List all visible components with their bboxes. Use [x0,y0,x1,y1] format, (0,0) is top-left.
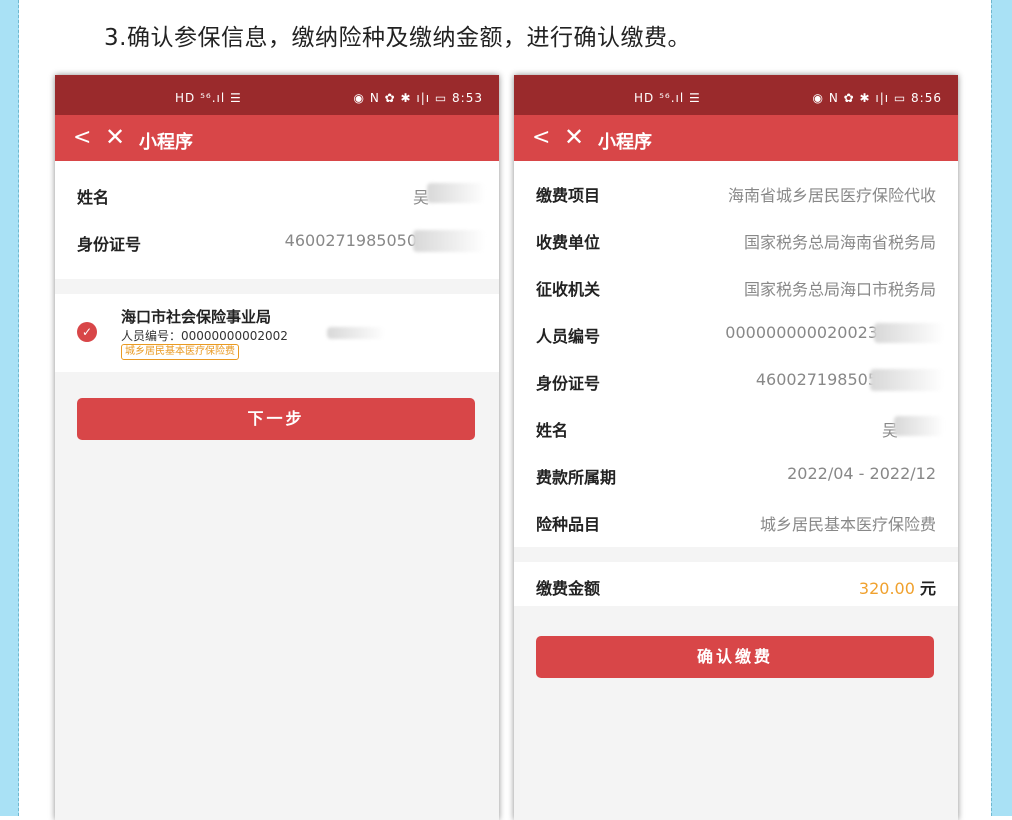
amount-label: 缴费金额 [536,579,601,598]
row-label: 征收机关 [536,280,601,299]
row-value: 国家税务总局海口市税务局 [743,280,936,299]
redaction-blur [327,327,385,339]
status-time: ◉ N ✿ ✱ ı|ı ▭ 8:56 [812,91,942,105]
row-value: 460027198505 [755,370,878,389]
row-label: 姓名 [536,421,569,440]
nav-title: 小程序 [139,132,193,153]
row-value: 4600271985050 [284,231,417,250]
mini-program-navbar: < ✕ 小程序 [514,115,958,161]
detail-row: 费款所属期 2022/04 - 2022/12 [514,451,958,498]
confirm-payment-button[interactable]: 确认缴费 [536,636,934,678]
insurance-type-badge: 城乡居民基本医疗保险费 [121,344,239,360]
entry-person-id: 人员编号：00000000002002 [121,329,288,343]
amount-card: 缴费金额 320.00 元 [514,562,958,606]
row-label: 人员编号 [536,327,601,346]
nav-title: 小程序 [598,132,652,153]
detail-row: 收费单位 国家税务总局海南省税务局 [514,216,958,263]
row-label: 缴费项目 [536,186,601,205]
back-icon[interactable]: < [532,125,550,150]
checkmark-icon[interactable]: ✓ [77,322,97,342]
row-label: 险种品目 [536,515,601,534]
signal-icons: HD ⁵⁶.ıl ☰ [175,91,242,105]
back-icon[interactable]: < [73,125,91,150]
redaction-blur [427,183,485,203]
redaction-blur [413,230,485,252]
detail-row: 缴费项目 海南省城乡居民医疗保险代收 [514,169,958,216]
right-border [991,0,1012,816]
row-label: 费款所属期 [536,468,617,487]
row-label: 姓名 [77,188,110,207]
row-value: 国家税务总局海南省税务局 [743,233,936,252]
payment-detail-card: 缴费项目 海南省城乡居民医疗保险代收 收费单位 国家税务总局海南省税务局 征收机… [514,161,958,547]
row-value: 城乡居民基本医疗保险费 [759,515,936,534]
row-value: 海南省城乡居民医疗保险代收 [727,186,936,205]
row-value: 000000000020023 [725,323,878,342]
detail-row: 姓名 吴 [514,404,958,451]
row-label: 身份证号 [77,235,142,254]
status-bar: HD ⁵⁶.ıl ☰ ◉ N ✿ ✱ ı|ı ▭ 8:53 [55,75,499,115]
amount-number: 320.00 [858,579,915,598]
row-label: 收费单位 [536,233,601,252]
amount-value: 320.00 元 [859,575,936,599]
info-row: 身份证号 4600271985050 [55,218,499,265]
close-icon[interactable]: ✕ [564,123,584,151]
detail-row: 人员编号 000000000020023 [514,310,958,357]
close-icon[interactable]: ✕ [105,123,125,151]
detail-row: 身份证号 460027198505 [514,357,958,404]
row-value: 2022/04 - 2022/12 [787,464,936,483]
redaction-blur [894,416,944,436]
amount-row: 缴费金额 320.00 元 [514,562,958,606]
phone-screenshot-left: HD ⁵⁶.ıl ☰ ◉ N ✿ ✱ ı|ı ▭ 8:53 < ✕ 小程序 姓名… [55,75,499,820]
info-card: 姓名 吴 身份证号 4600271985050 [55,161,499,279]
amount-unit: 元 [919,579,936,598]
detail-row: 征收机关 国家税务总局海口市税务局 [514,263,958,310]
status-bar: HD ⁵⁶.ıl ☰ ◉ N ✿ ✱ ı|ı ▭ 8:56 [514,75,958,115]
phone-screenshot-right: HD ⁵⁶.ıl ☰ ◉ N ✿ ✱ ı|ı ▭ 8:56 < ✕ 小程序 缴费… [514,75,958,820]
redaction-blur [874,323,944,343]
row-label: 身份证号 [536,374,601,393]
left-border [0,0,19,816]
detail-row: 险种品目 城乡居民基本医疗保险费 [514,498,958,545]
signal-icons: HD ⁵⁶.ıl ☰ [634,91,701,105]
entry-org: 海口市社会保险事业局 [121,308,272,326]
info-row: 姓名 吴 [55,171,499,218]
next-step-button[interactable]: 下一步 [77,398,475,440]
status-time: ◉ N ✿ ✱ ı|ı ▭ 8:53 [353,91,483,105]
mini-program-navbar: < ✕ 小程序 [55,115,499,161]
step-heading: 3.确认参保信息，缴纳险种及缴纳金额，进行确认缴费。 [104,25,691,51]
insurance-entry[interactable]: ✓ 海口市社会保险事业局 人员编号：00000000002002 城乡居民基本医… [55,294,499,372]
redaction-blur [870,369,944,391]
